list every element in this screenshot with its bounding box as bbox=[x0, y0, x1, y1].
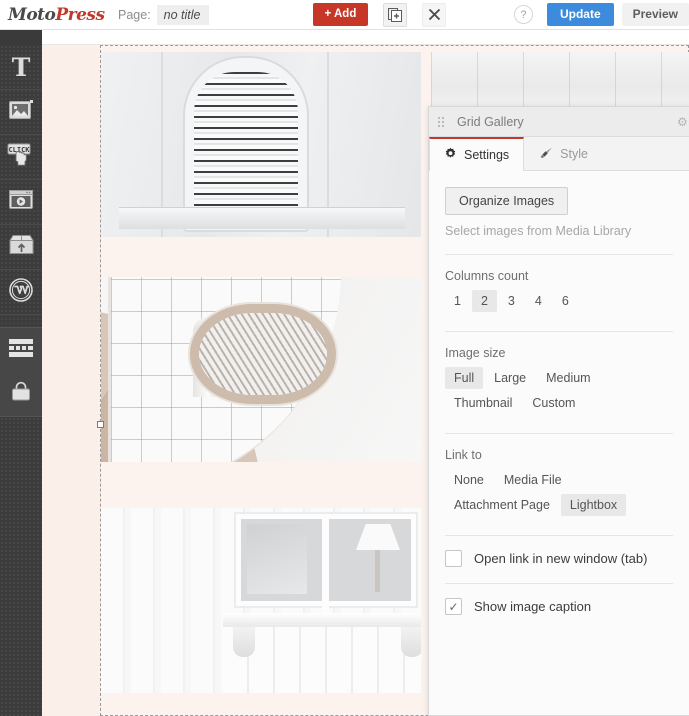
package-upload-icon bbox=[8, 234, 34, 260]
layout-rows-icon bbox=[9, 338, 33, 362]
image-size-option-custom[interactable]: Custom bbox=[523, 392, 584, 414]
divider-3 bbox=[445, 433, 673, 434]
canvas-left-margin bbox=[42, 45, 100, 716]
sidebar-item-rows[interactable] bbox=[0, 328, 42, 372]
panel-body: Organize Images Select images from Media… bbox=[429, 171, 689, 715]
columns-option-3[interactable]: 3 bbox=[499, 290, 524, 312]
columns-option-6[interactable]: 6 bbox=[553, 290, 578, 312]
image-icon bbox=[8, 99, 34, 125]
sidebar-item-button[interactable]: CLICK bbox=[0, 135, 42, 180]
duplicate-page-icon[interactable] bbox=[383, 2, 408, 27]
open-in-new-window-row: Open link in new window (tab) bbox=[445, 550, 673, 567]
image-size-option-thumbnail[interactable]: Thumbnail bbox=[445, 392, 521, 414]
brush-icon bbox=[539, 146, 553, 162]
page-title-input[interactable]: no title bbox=[156, 4, 209, 25]
sidebar-item-package[interactable] bbox=[0, 225, 42, 270]
tab-style-label: Style bbox=[560, 147, 588, 161]
image-size-option-large[interactable]: Large bbox=[485, 367, 535, 389]
panel-header[interactable]: Grid Gallery ⚙ bbox=[429, 107, 689, 137]
link-to-option-media-file[interactable]: Media File bbox=[495, 469, 571, 491]
columns-option-2[interactable]: 2 bbox=[471, 290, 497, 312]
logo-press: Press bbox=[55, 4, 105, 25]
sidebar-item-wordpress[interactable] bbox=[0, 270, 42, 315]
divider-5 bbox=[445, 583, 673, 584]
tab-settings[interactable]: Settings bbox=[429, 137, 525, 171]
drag-dots-icon[interactable] bbox=[437, 115, 445, 128]
image-size-option-full[interactable]: Full bbox=[445, 367, 484, 389]
link-to-option-lightbox[interactable]: Lightbox bbox=[560, 494, 627, 516]
columns-count-label: Columns count bbox=[445, 269, 529, 283]
photo-white-window bbox=[101, 508, 421, 693]
secondary-strip bbox=[0, 30, 689, 45]
organize-hint: Select images from Media Library bbox=[445, 224, 632, 238]
show-image-caption-checkbox[interactable]: ✓ bbox=[445, 598, 462, 615]
page-label: Page: bbox=[118, 7, 151, 22]
panel-header-actions[interactable]: ⚙ bbox=[677, 115, 687, 129]
sidebar-item-shop[interactable] bbox=[0, 372, 42, 416]
tab-settings-label: Settings bbox=[464, 148, 510, 162]
image-size-label: Image size bbox=[445, 346, 506, 360]
resize-handle-left[interactable] bbox=[97, 421, 104, 428]
grid-gallery-settings-panel: Grid Gallery ⚙ Settings Style Organize I… bbox=[428, 106, 689, 716]
video-player-icon bbox=[8, 189, 34, 215]
tab-style[interactable]: Style bbox=[524, 137, 603, 170]
divider-4 bbox=[445, 535, 673, 536]
left-toolbar: T CLICK bbox=[0, 45, 42, 716]
gear-icon bbox=[444, 147, 457, 163]
columns-option-4[interactable]: 4 bbox=[526, 290, 551, 312]
sidebar-item-text[interactable]: T bbox=[0, 45, 42, 90]
help-button[interactable]: ? bbox=[513, 5, 533, 24]
image-size-option-medium[interactable]: Medium bbox=[537, 367, 599, 389]
sidebar-item-media[interactable] bbox=[0, 180, 42, 225]
photo-curved-architecture bbox=[101, 277, 421, 462]
divider-2 bbox=[445, 331, 673, 332]
sidebar-group-extras bbox=[0, 327, 42, 417]
motopress-logo: MotoPress bbox=[8, 4, 105, 26]
show-image-caption-row: ✓ Show image caption bbox=[445, 598, 673, 615]
photo-arched-vent bbox=[101, 52, 421, 237]
open-in-new-window-label: Open link in new window (tab) bbox=[474, 551, 648, 566]
open-in-new-window-checkbox[interactable] bbox=[445, 550, 462, 567]
link-to-options: None Media File Attachment Page Lightbox bbox=[445, 469, 673, 519]
columns-count-options: 1 2 3 4 6 bbox=[445, 290, 673, 315]
gallery-image-2[interactable] bbox=[101, 277, 421, 462]
logo-moto: Moto bbox=[8, 4, 56, 25]
panel-title: Grid Gallery bbox=[457, 114, 524, 129]
organize-images-button[interactable]: Organize Images bbox=[445, 187, 569, 215]
gallery-image-3[interactable] bbox=[101, 508, 421, 693]
text-icon: T bbox=[11, 52, 31, 82]
link-to-option-none[interactable]: None bbox=[445, 469, 493, 491]
preview-button[interactable]: Preview bbox=[621, 3, 689, 26]
shopping-bag-icon bbox=[10, 381, 32, 407]
add-button[interactable]: + Add bbox=[312, 3, 369, 26]
click-button-icon: CLICK bbox=[7, 143, 36, 172]
columns-option-1[interactable]: 1 bbox=[445, 290, 470, 312]
image-size-options: Full Large Medium Thumbnail Custom bbox=[445, 367, 673, 417]
panel-tabs: Settings Style bbox=[429, 137, 689, 171]
wordpress-icon bbox=[9, 277, 33, 307]
update-button[interactable]: Update bbox=[546, 3, 614, 26]
sidebar-item-image[interactable] bbox=[0, 90, 42, 135]
divider-1 bbox=[445, 254, 673, 255]
sidebar-top-cap bbox=[0, 30, 42, 45]
close-icon[interactable] bbox=[422, 2, 447, 27]
link-to-option-attachment-page[interactable]: Attachment Page bbox=[445, 494, 559, 516]
show-image-caption-label: Show image caption bbox=[474, 599, 592, 614]
top-toolbar: MotoPress Page: no title + Add ? Update … bbox=[0, 0, 689, 30]
link-to-label: Link to bbox=[445, 448, 482, 462]
gallery-image-1[interactable] bbox=[101, 52, 421, 237]
